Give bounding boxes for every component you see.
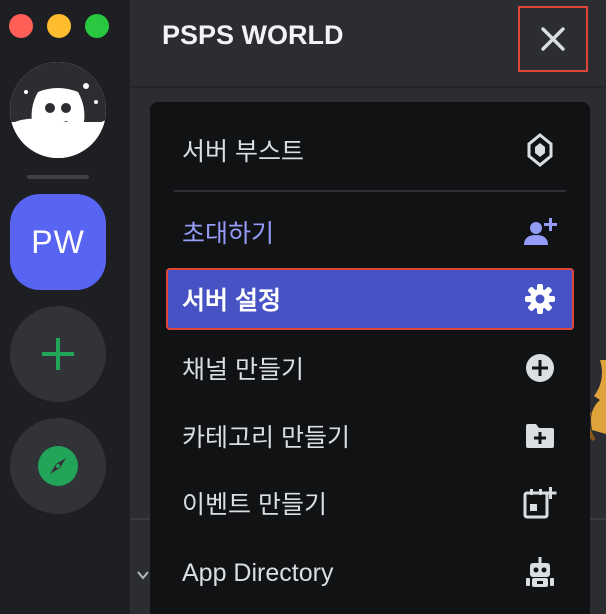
menu-item-create-event[interactable]: 이벤트 만들기	[166, 472, 574, 534]
server-dropdown-menu: 서버 부스트 초대하기 서버 설정 채널 만들기 카테고리 만들기 이벤트 만들…	[150, 102, 590, 614]
menu-item-server-settings[interactable]: 서버 설정	[166, 268, 574, 330]
rail-separator	[27, 175, 89, 179]
menu-item-label: App Directory	[182, 558, 334, 587]
server-rail: PW	[0, 0, 130, 614]
server-name: PSPS WORLD	[162, 20, 344, 50]
window-zoom-button[interactable]	[85, 14, 109, 38]
add-user-icon	[522, 214, 558, 250]
menu-item-label: 카테고리 만들기	[182, 424, 350, 452]
window-controls	[9, 14, 109, 38]
menu-item-label: 채널 만들기	[182, 356, 304, 384]
chevron-down-icon[interactable]	[136, 568, 150, 582]
menu-item-app-directory[interactable]: App Directory	[166, 542, 574, 604]
discord-logo-icon	[10, 83, 106, 158]
compass-icon	[38, 446, 78, 486]
menu-item-label: 서버 설정	[182, 287, 281, 315]
menu-item-label: 서버 부스트	[182, 138, 304, 166]
menu-item-create-category[interactable]: 카테고리 만들기	[166, 405, 574, 467]
plus-circle-icon	[522, 350, 558, 386]
menu-item-invite[interactable]: 초대하기	[166, 201, 574, 263]
home-button[interactable]	[10, 62, 106, 158]
server-initials: PW	[31, 223, 85, 260]
server-icon-pw[interactable]: PW	[10, 194, 106, 290]
menu-item-label: 초대하기	[182, 220, 275, 248]
boost-gem-icon	[522, 132, 558, 168]
menu-item-create-channel[interactable]: 채널 만들기	[166, 337, 574, 399]
calendar-plus-icon	[522, 485, 558, 521]
menu-item-server-boost[interactable]: 서버 부스트	[166, 119, 574, 181]
robot-icon	[522, 555, 558, 591]
menu-separator	[174, 190, 566, 192]
window-close-button[interactable]	[9, 14, 33, 38]
server-header[interactable]: PSPS WORLD	[130, 0, 606, 88]
close-menu-button[interactable]	[518, 6, 588, 72]
discord-window: PW PSPS WORLD 서버 부스트 초대하기 서버 설정 채널 만들기 카…	[0, 0, 606, 614]
add-server-button[interactable]	[10, 306, 106, 402]
plus-icon	[42, 338, 74, 370]
folder-plus-icon	[522, 418, 558, 454]
gear-icon	[522, 281, 558, 317]
explore-servers-button[interactable]	[10, 418, 106, 514]
menu-item-label: 이벤트 만들기	[182, 491, 327, 519]
close-icon	[541, 27, 565, 51]
window-minimize-button[interactable]	[47, 14, 71, 38]
